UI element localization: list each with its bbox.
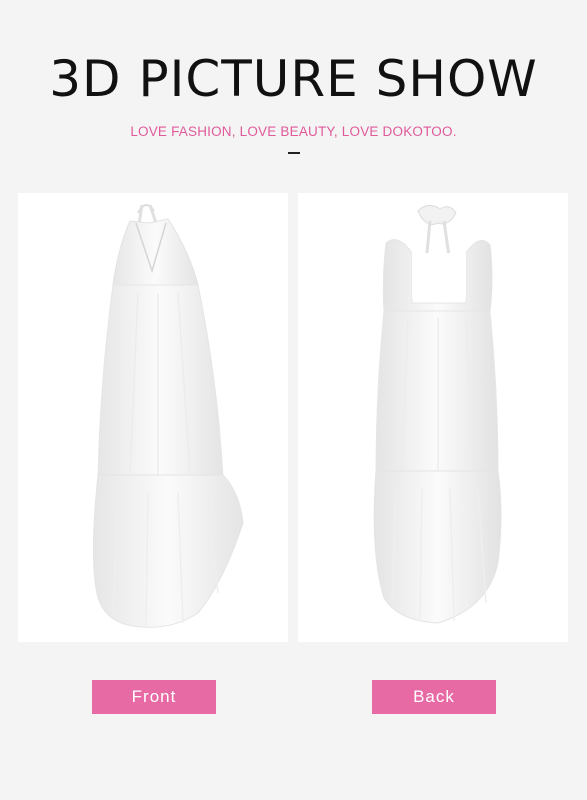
dress-back-image — [373, 205, 502, 624]
front-view-panel — [18, 193, 288, 642]
front-view-button[interactable]: Front — [92, 680, 216, 714]
title-divider — [288, 152, 300, 154]
back-view-panel — [298, 193, 568, 642]
page-subtitle: LOVE FASHION, LOVE BEAUTY, LOVE DOKOTOO. — [130, 124, 457, 139]
back-view-button[interactable]: Back — [372, 680, 496, 714]
dress-front-image — [92, 204, 244, 628]
page-title: 3D PICTURE SHOW — [49, 50, 538, 108]
